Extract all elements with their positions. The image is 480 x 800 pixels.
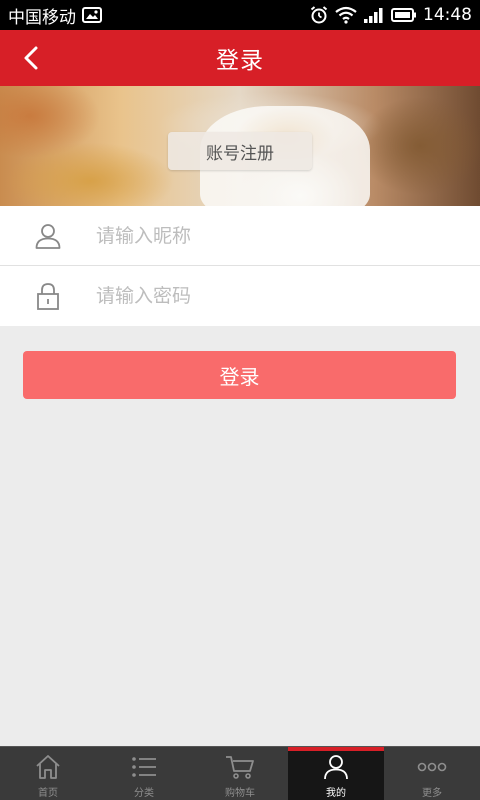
clock-time: 14:48	[423, 5, 472, 25]
title-bar: 登录	[0, 30, 480, 86]
cart-icon	[225, 752, 255, 782]
login-form	[0, 206, 480, 326]
tab-label: 购物车	[225, 788, 255, 799]
bottom-tab-bar: 首页 分类 购物车 我的 更多	[0, 746, 480, 800]
tab-mine[interactable]: 我的	[288, 747, 384, 800]
user-icon	[322, 752, 350, 782]
carrier-label: 中国移动	[8, 7, 76, 28]
tab-category[interactable]: 分类	[96, 747, 192, 800]
battery-icon	[391, 7, 417, 23]
user-icon	[0, 206, 96, 266]
list-icon	[130, 752, 158, 782]
tab-label: 分类	[134, 788, 154, 799]
nickname-input[interactable]	[96, 215, 456, 256]
banner-image: 账号注册	[0, 86, 480, 206]
more-icon	[417, 752, 447, 782]
nickname-row	[0, 206, 480, 266]
tab-label: 我的	[326, 788, 346, 799]
lock-icon	[0, 266, 96, 326]
signal-icon	[363, 6, 385, 24]
status-bar: 中国移动 14:48	[0, 0, 480, 30]
image-notification-icon	[82, 7, 102, 23]
home-icon	[34, 752, 62, 782]
page-title: 登录	[216, 48, 264, 74]
tab-cart[interactable]: 购物车	[192, 747, 288, 800]
password-row	[0, 266, 480, 326]
tab-label: 首页	[38, 788, 58, 799]
chevron-left-icon	[24, 46, 38, 70]
tab-label: 更多	[422, 788, 442, 799]
login-button[interactable]: 登录	[23, 351, 456, 399]
tab-more[interactable]: 更多	[384, 747, 480, 800]
tab-home[interactable]: 首页	[0, 747, 96, 800]
alarm-icon	[309, 5, 329, 25]
back-button[interactable]	[12, 38, 52, 78]
wifi-icon	[335, 6, 357, 24]
register-button[interactable]: 账号注册	[168, 132, 312, 170]
password-input[interactable]	[96, 276, 456, 316]
